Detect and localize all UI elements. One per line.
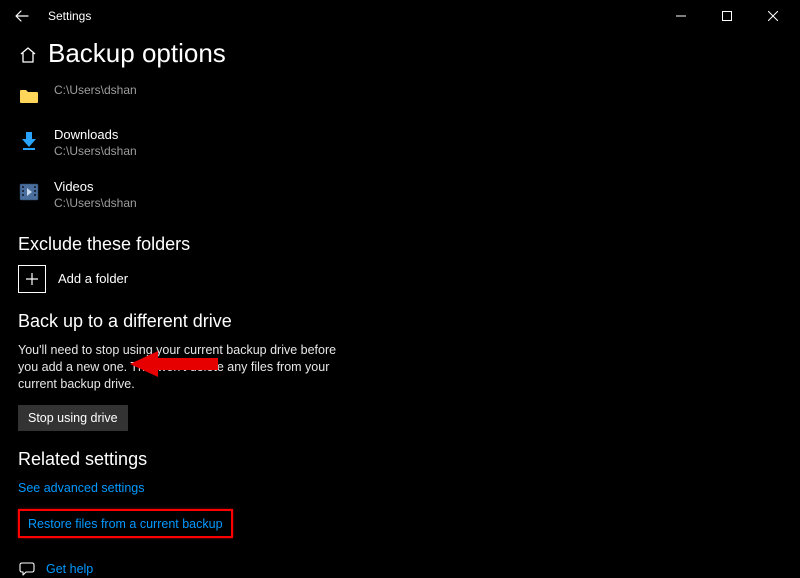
get-help-link[interactable]: Get help — [18, 560, 782, 578]
related-heading: Related settings — [18, 449, 782, 470]
get-help-label: Get help — [46, 562, 93, 576]
restore-files-link[interactable]: Restore files from a current backup — [28, 517, 223, 531]
title-bar: Settings — [0, 0, 800, 32]
folder-icon — [18, 85, 40, 107]
folder-item[interactable]: C:\Users\dshan — [18, 79, 782, 111]
folder-name: Downloads — [54, 127, 137, 144]
back-button[interactable] — [4, 0, 40, 32]
page-title: Backup options — [48, 38, 226, 69]
plus-icon — [18, 265, 46, 293]
add-folder-label: Add a folder — [58, 271, 128, 286]
minimize-button[interactable] — [658, 0, 704, 32]
see-advanced-link[interactable]: See advanced settings — [18, 481, 144, 495]
maximize-icon — [722, 11, 732, 21]
stop-using-drive-button[interactable]: Stop using drive — [18, 405, 128, 431]
window-controls — [658, 0, 796, 32]
close-button[interactable] — [750, 0, 796, 32]
help-icon — [18, 560, 36, 578]
different-drive-body: You'll need to stop using your current b… — [18, 342, 348, 393]
folder-path: C:\Users\dshan — [54, 196, 137, 212]
close-icon — [768, 11, 778, 21]
page-header: Backup options — [18, 38, 782, 69]
different-drive-heading: Back up to a different drive — [18, 311, 782, 332]
maximize-button[interactable] — [704, 0, 750, 32]
videos-icon — [18, 181, 40, 203]
back-arrow-icon — [15, 9, 29, 23]
download-icon — [18, 129, 40, 151]
exclude-heading: Exclude these folders — [18, 234, 782, 255]
folder-item[interactable]: Videos C:\Users\dshan — [18, 175, 782, 215]
add-folder-button[interactable]: Add a folder — [18, 265, 782, 293]
restore-link-highlight: Restore files from a current backup — [18, 509, 233, 538]
folder-item[interactable]: Downloads C:\Users\dshan — [18, 123, 782, 163]
minimize-icon — [676, 11, 686, 21]
folder-path: C:\Users\dshan — [54, 144, 137, 160]
home-icon[interactable] — [18, 45, 38, 65]
window-title: Settings — [48, 9, 91, 23]
folder-path: C:\Users\dshan — [54, 83, 137, 99]
folder-name: Videos — [54, 179, 137, 196]
